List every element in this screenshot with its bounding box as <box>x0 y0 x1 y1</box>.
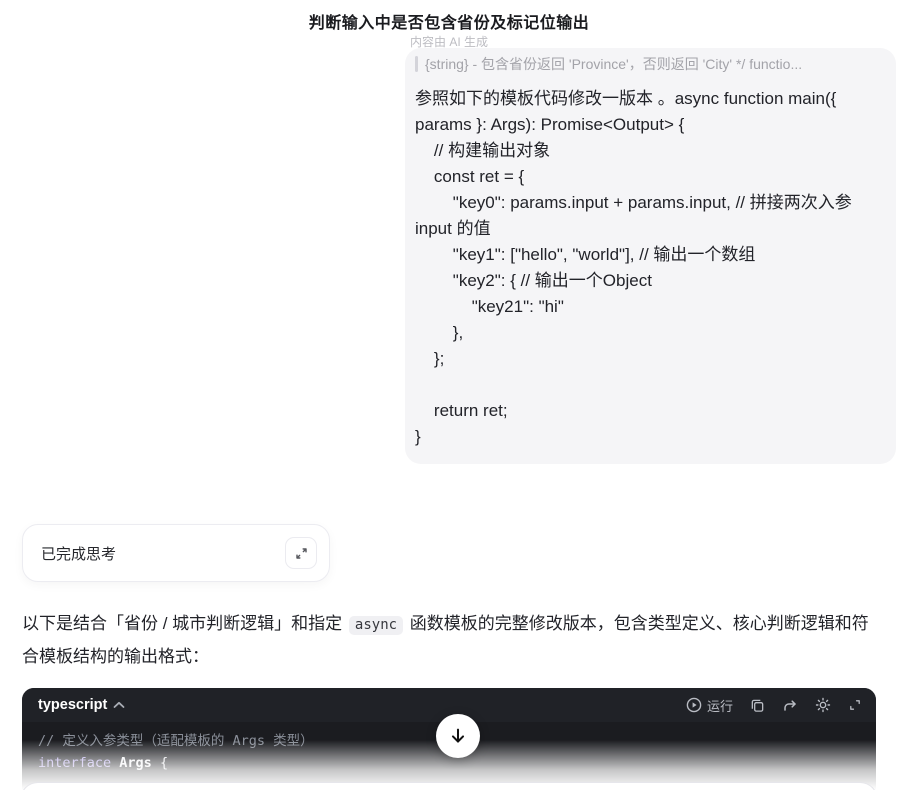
run-label: 运行 <box>706 698 733 714</box>
expand-icon <box>850 700 860 710</box>
theme-button[interactable] <box>815 697 831 713</box>
copy-button[interactable] <box>750 698 765 713</box>
quote-bar <box>415 56 418 72</box>
run-button[interactable]: 运行 <box>686 696 733 715</box>
chevron-up-icon <box>113 701 125 708</box>
language-label: typescript <box>38 697 108 713</box>
sun-icon <box>815 697 831 713</box>
thinking-label: 已完成思考 <box>41 545 117 563</box>
language-toggle[interactable]: typescript <box>38 697 125 713</box>
scroll-to-bottom-button[interactable] <box>436 714 480 758</box>
expand-thinking-button[interactable] <box>285 537 317 569</box>
arrow-redirect-icon <box>784 700 796 711</box>
inline-code-async: async <box>348 616 404 635</box>
user-message-text: 参照如下的模板代码修改一版本 。async function main({ pa… <box>415 89 852 446</box>
page-title: 判断输入中是否包含省份及标记位输出 <box>308 15 590 32</box>
answer-intro: 以下是结合「省份 / 城市判断逻辑」和指定 async 函数模板的完整修改版本，… <box>22 608 878 672</box>
quote-text: {string} - 包含省份返回 'Province'，否则返回 'City'… <box>425 56 803 72</box>
user-message-bubble: {string} - 包含省份返回 'Province'，否则返回 'City'… <box>405 48 896 464</box>
expand-code-button[interactable] <box>848 698 862 712</box>
thinking-panel[interactable]: 已完成思考 <box>22 524 330 582</box>
answer-intro-before: 以下是结合「省份 / 城市判断逻辑」和指定 <box>22 614 343 633</box>
arrow-down-icon <box>451 728 465 743</box>
chat-input-container[interactable] <box>20 782 878 790</box>
chat-page: 判断输入中是否包含省份及标记位输出 内容由 AI 生成 {string} - 包… <box>0 0 898 790</box>
quoted-reference: {string} - 包含省份返回 'Province'，否则返回 'City'… <box>415 54 882 74</box>
play-icon <box>686 697 702 713</box>
send-to-canvas-button[interactable] <box>782 697 798 713</box>
copy-icon <box>751 699 764 712</box>
code-toolbar: 运行 <box>686 696 862 715</box>
expand-icon <box>295 547 307 559</box>
